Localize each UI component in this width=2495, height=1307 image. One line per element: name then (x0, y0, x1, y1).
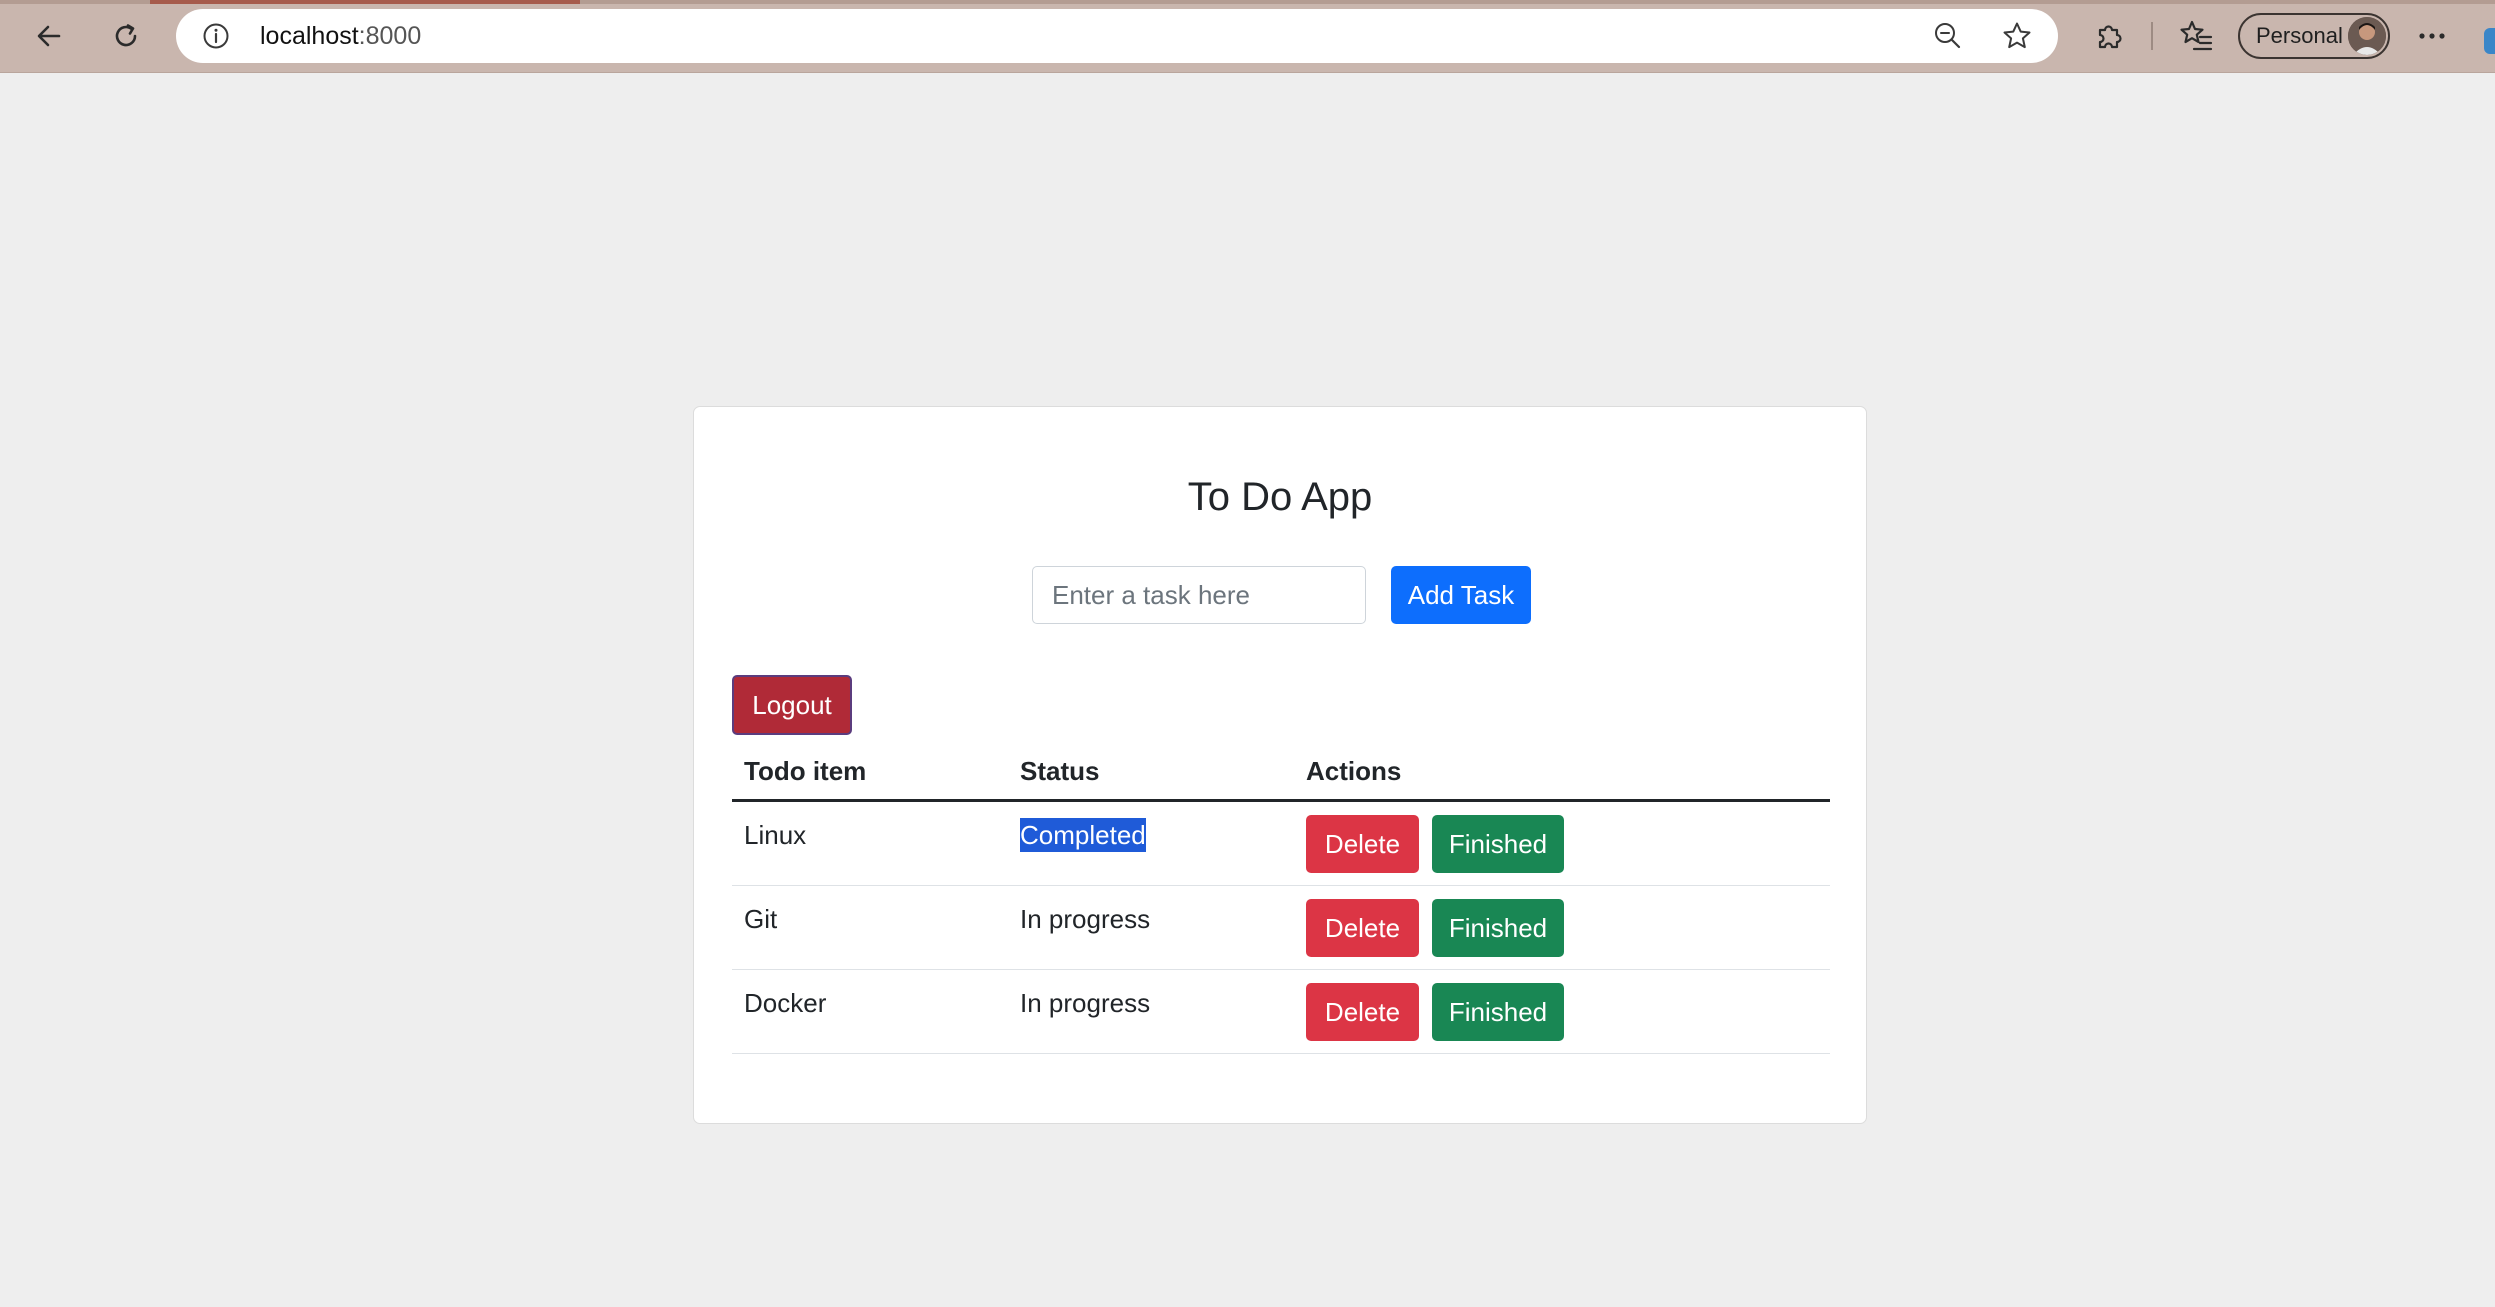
star-icon[interactable] (2001, 20, 2033, 52)
back-button[interactable] (25, 12, 73, 60)
delete-button[interactable]: Delete (1306, 815, 1419, 873)
logout-button[interactable]: Logout (732, 675, 852, 735)
add-task-button[interactable]: Add Task (1391, 566, 1531, 624)
more-options-icon[interactable] (2412, 18, 2452, 54)
site-info-icon[interactable] (202, 22, 230, 50)
favorites-icon[interactable] (2178, 18, 2214, 54)
header-todo-item: Todo item (744, 756, 867, 786)
task-input[interactable] (1032, 566, 1366, 624)
finished-button[interactable]: Finished (1432, 815, 1564, 873)
table-row: Git In progress Delete Finished (732, 886, 1830, 970)
delete-button[interactable]: Delete (1306, 899, 1419, 957)
todo-item-text: Git (744, 904, 778, 934)
todo-table: Todo item Status Actions Linux Completed… (732, 743, 1830, 1054)
active-tab-accent (150, 0, 580, 4)
header-status: Status (1020, 756, 1100, 786)
arrow-left-icon (37, 25, 61, 47)
table-row: Linux Completed Delete Finished (732, 802, 1830, 886)
url-text[interactable]: localhost:8000 (260, 9, 421, 63)
todo-card: To Do App Add Task Logout Todo item Stat… (693, 406, 1867, 1124)
delete-button[interactable]: Delete (1306, 983, 1419, 1041)
profile-button[interactable]: Personal (2238, 13, 2390, 59)
profile-label: Personal (2256, 23, 2343, 48)
finished-button[interactable]: Finished (1432, 899, 1564, 957)
sidebar-toggle-edge[interactable] (2484, 28, 2495, 54)
zoom-out-icon[interactable] (1932, 20, 1964, 52)
avatar-photo-icon (2348, 17, 2386, 55)
table-header: Todo item Status Actions (732, 743, 1830, 802)
reload-button[interactable] (102, 12, 150, 60)
browser-toolbar: localhost:8000 Personal (0, 0, 2495, 73)
reload-icon (115, 24, 137, 47)
page-title: To Do App (1187, 475, 1373, 519)
extensions-icon[interactable] (2092, 18, 2128, 54)
todo-item-text: Linux (744, 820, 807, 850)
address-bar[interactable]: localhost:8000 (176, 9, 2058, 63)
toolbar-divider (2151, 22, 2153, 50)
url-host: localhost (260, 22, 359, 50)
todo-item-text: Docker (744, 988, 827, 1018)
todo-status-text: In progress (1020, 988, 1151, 1018)
todo-status-text: Completed (1020, 818, 1146, 852)
table-row: Docker In progress Delete Finished (732, 970, 1830, 1054)
avatar (2348, 17, 2386, 55)
header-actions: Actions (1306, 756, 1402, 786)
finished-button[interactable]: Finished (1432, 983, 1564, 1041)
todo-status-text: In progress (1020, 904, 1151, 934)
url-port: :8000 (358, 22, 422, 50)
tab-strip-edge (0, 0, 2495, 4)
